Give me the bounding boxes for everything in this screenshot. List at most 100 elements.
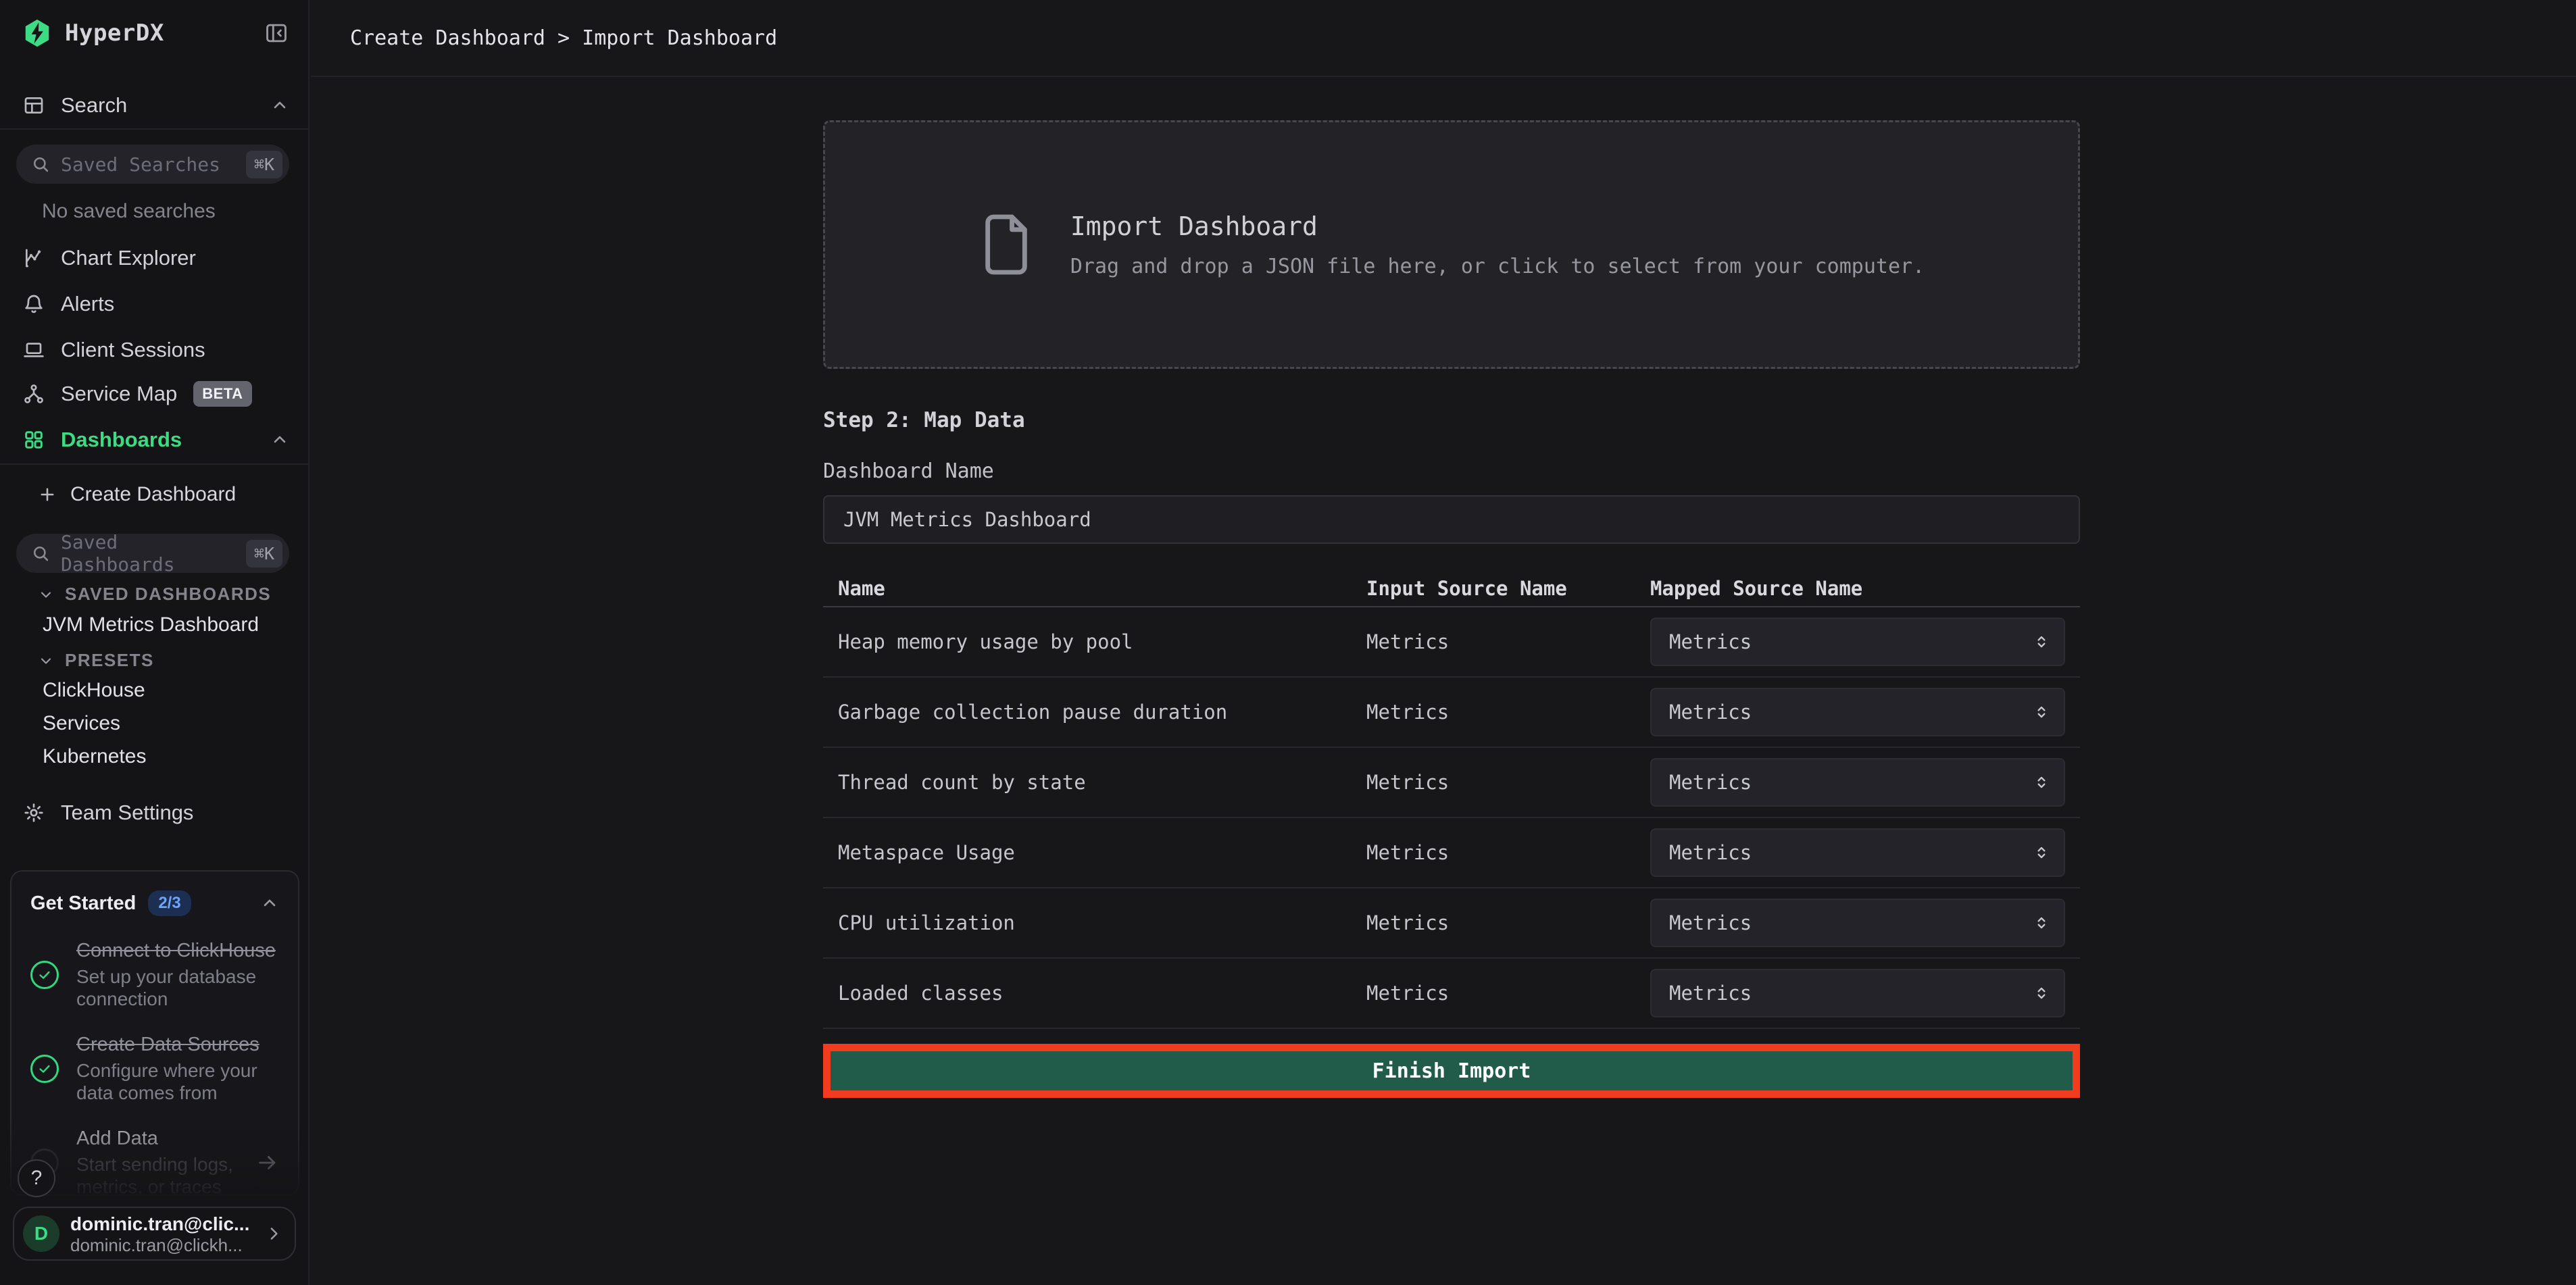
- table-body: Heap memory usage by pool Metrics Metric…: [823, 607, 2080, 1029]
- mapped-source-select[interactable]: Metrics: [1650, 618, 2065, 666]
- sidebar-item-label: Client Sessions: [61, 338, 205, 362]
- group-presets[interactable]: PRESETS: [38, 650, 154, 671]
- saved-dashboard-jvm-metrics[interactable]: JVM Metrics Dashboard: [43, 613, 259, 636]
- mapped-source-select[interactable]: Metrics: [1650, 828, 2065, 877]
- row-input-source-cell: Metrics: [1366, 630, 1650, 653]
- row-name-cell: CPU utilization: [838, 911, 1366, 934]
- file-icon: [979, 211, 1034, 278]
- main-area: Create Dashboard > Import Dashboard Impo…: [311, 0, 2576, 1285]
- sidebar-item-service-map[interactable]: Service Map BETA: [0, 371, 309, 417]
- search-icon: [31, 544, 50, 563]
- row-name-cell: Loaded classes: [838, 982, 1366, 1005]
- dropzone-text: Import Dashboard Drag and drop a JSON fi…: [1070, 211, 1925, 278]
- arrow-right-icon: [256, 1151, 279, 1174]
- column-header-name: Name: [838, 577, 1366, 600]
- hyperdx-logo-icon: [22, 18, 53, 49]
- get-started-item-title: Add Data: [76, 1127, 239, 1151]
- create-dashboard-label: Create Dashboard: [70, 483, 236, 506]
- mapped-source-value: Metrics: [1669, 630, 1752, 653]
- row-name-cell: Garbage collection pause duration: [838, 701, 1366, 724]
- get-started-item-sources[interactable]: Create Data Sources Configure where your…: [30, 1033, 279, 1104]
- table-row: Thread count by state Metrics Metrics: [823, 748, 2080, 818]
- check-circle-icon: [30, 961, 59, 989]
- mapped-source-value: Metrics: [1669, 982, 1752, 1005]
- mapped-source-select[interactable]: Metrics: [1650, 969, 2065, 1017]
- sidebar-item-client-sessions[interactable]: Client Sessions: [0, 327, 309, 373]
- mapped-source-value: Metrics: [1669, 911, 1752, 934]
- sidebar-item-dashboards[interactable]: Dashboards: [0, 417, 309, 463]
- check-circle-icon: [30, 1055, 59, 1083]
- get-started-item-subtitle: Start sending logs, metrics, or traces: [76, 1153, 239, 1196]
- get-started-header[interactable]: Get Started 2/3: [30, 890, 279, 916]
- sidebar-item-label: Search: [61, 93, 127, 118]
- sidebar-item-team-settings[interactable]: Team Settings: [0, 790, 309, 836]
- chevron-up-down-icon: [2033, 984, 2050, 1002]
- row-input-source-cell: Metrics: [1366, 911, 1650, 934]
- sidebar-item-label: Dashboards: [61, 428, 182, 452]
- mapped-source-select[interactable]: Metrics: [1650, 899, 2065, 947]
- chevron-up-icon: [270, 430, 289, 449]
- column-header-input-source: Input Source Name: [1366, 577, 1650, 600]
- row-input-source-cell: Metrics: [1366, 771, 1650, 794]
- mapped-source-value: Metrics: [1669, 771, 1752, 794]
- dashboard-name-label: Dashboard Name: [823, 459, 2080, 483]
- row-name-cell: Thread count by state: [838, 771, 1366, 794]
- table-row: Metaspace Usage Metrics Metrics: [823, 818, 2080, 888]
- preset-clickhouse[interactable]: ClickHouse: [43, 679, 145, 702]
- shortcut-badge: ⌘K: [246, 540, 282, 568]
- sidebar-item-chart-explorer[interactable]: Chart Explorer: [0, 235, 309, 281]
- saved-dashboards-input[interactable]: Saved Dashboards ⌘K: [16, 534, 289, 573]
- get-started-item-title: Connect to ClickHouse: [76, 939, 279, 963]
- sidebar-item-label: Chart Explorer: [61, 246, 196, 270]
- table-header: Name Input Source Name Mapped Source Nam…: [823, 571, 2080, 607]
- dashboards-grid-icon: [23, 429, 45, 451]
- sidebar-collapse-button[interactable]: [264, 20, 289, 46]
- group-saved-dashboards[interactable]: SAVED DASHBOARDS: [38, 584, 271, 605]
- dashboard-name-value: JVM Metrics Dashboard: [843, 508, 1091, 531]
- table-row: Garbage collection pause duration Metric…: [823, 678, 2080, 748]
- chevron-right-icon: [264, 1224, 284, 1244]
- table-row: Loaded classes Metrics Metrics: [823, 959, 2080, 1029]
- get-started-item-text: Add Data Start sending logs, metrics, or…: [76, 1127, 239, 1196]
- get-started-item-add-data[interactable]: Add Data Start sending logs, metrics, or…: [30, 1127, 279, 1196]
- help-button[interactable]: ?: [18, 1159, 55, 1197]
- sidebar-item-label: Service Map: [61, 382, 177, 406]
- dashboard-name-input[interactable]: JVM Metrics Dashboard: [823, 495, 2080, 544]
- divider: [0, 463, 309, 465]
- user-menu[interactable]: D dominic.tran@clic... dominic.tran@clic…: [13, 1207, 296, 1261]
- row-input-source-cell: Metrics: [1366, 982, 1650, 1005]
- get-started-card: Get Started 2/3 Connect to ClickHouse Se…: [10, 870, 299, 1196]
- mapped-source-select[interactable]: Metrics: [1650, 758, 2065, 807]
- sidebar-item-alerts[interactable]: Alerts: [0, 281, 309, 327]
- saved-searches-input[interactable]: Saved Searches ⌘K: [16, 145, 289, 184]
- table-row: CPU utilization Metrics Metrics: [823, 888, 2080, 959]
- saved-dashboards-placeholder: Saved Dashboards: [61, 531, 235, 576]
- bell-icon: [23, 293, 45, 315]
- search-icon: [31, 155, 50, 174]
- get-started-item-text: Connect to ClickHouse Set up your databa…: [76, 939, 279, 1010]
- get-started-item-connect[interactable]: Connect to ClickHouse Set up your databa…: [30, 939, 279, 1010]
- preset-services[interactable]: Services: [43, 712, 120, 735]
- user-info: dominic.tran@clic... dominic.tran@clickh…: [70, 1213, 249, 1255]
- preset-kubernetes[interactable]: Kubernetes: [43, 745, 146, 768]
- breadcrumb: Create Dashboard > Import Dashboard: [350, 26, 777, 50]
- get-started-item-subtitle: Set up your database connection: [76, 965, 279, 1010]
- mapped-source-select[interactable]: Metrics: [1650, 688, 2065, 736]
- plus-icon: [38, 485, 57, 504]
- sidebar-item-label: Alerts: [61, 292, 114, 316]
- sidebar-item-search[interactable]: Search: [0, 82, 309, 128]
- mapping-table: Name Input Source Name Mapped Source Nam…: [823, 571, 2080, 1029]
- finish-import-button[interactable]: Finish Import: [831, 1051, 2073, 1090]
- mapped-source-value: Metrics: [1669, 841, 1752, 864]
- app-title: HyperDX: [65, 20, 164, 47]
- chevron-up-down-icon: [2033, 633, 2050, 651]
- avatar: D: [23, 1215, 59, 1252]
- logo-row: HyperDX: [0, 11, 309, 55]
- create-dashboard-button[interactable]: Create Dashboard: [0, 473, 309, 516]
- step-heading: Step 2: Map Data: [823, 408, 2080, 432]
- import-dropzone[interactable]: Import Dashboard Drag and drop a JSON fi…: [823, 120, 2080, 369]
- chart-explorer-icon: [23, 247, 45, 269]
- get-started-item-title: Create Data Sources: [76, 1033, 279, 1057]
- app-root: HyperDX Search Saved Searches ⌘K No save…: [0, 0, 2576, 1285]
- group-label: PRESETS: [65, 650, 154, 671]
